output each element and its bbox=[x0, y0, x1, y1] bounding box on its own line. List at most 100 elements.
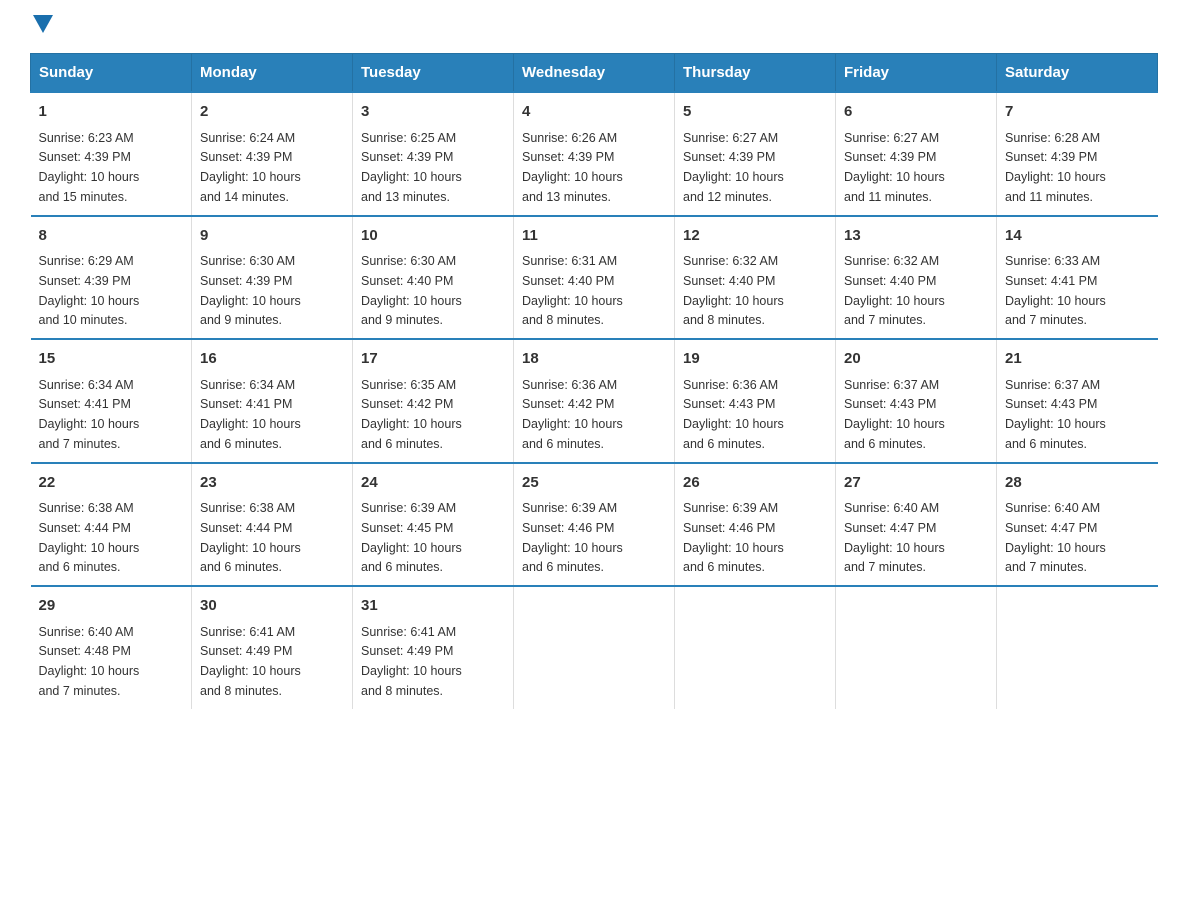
day-info: Sunrise: 6:38 AMSunset: 4:44 PMDaylight:… bbox=[39, 501, 140, 574]
calendar-cell: 23 Sunrise: 6:38 AMSunset: 4:44 PMDayligh… bbox=[192, 463, 353, 587]
logo-triangle-icon bbox=[33, 15, 53, 33]
calendar-cell: 25Sunrise: 6:39 AMSunset: 4:46 PMDayligh… bbox=[514, 463, 675, 587]
day-number: 17 bbox=[361, 348, 505, 371]
day-number: 23 bbox=[200, 472, 344, 495]
calendar-cell: 6 Sunrise: 6:27 AMSunset: 4:39 PMDaylight… bbox=[836, 92, 997, 216]
calendar-cell: 19Sunrise: 6:36 AMSunset: 4:43 PMDayligh… bbox=[675, 339, 836, 463]
day-info: Sunrise: 6:32 AMSunset: 4:40 PMDaylight:… bbox=[683, 254, 784, 327]
calendar-cell: 9 Sunrise: 6:30 AMSunset: 4:39 PMDaylight… bbox=[192, 216, 353, 340]
calendar-cell bbox=[514, 586, 675, 709]
day-number: 22 bbox=[39, 472, 184, 495]
day-number: 16 bbox=[200, 348, 344, 371]
calendar-cell bbox=[997, 586, 1158, 709]
calendar-cell: 28 Sunrise: 6:40 AMSunset: 4:47 PMDayligh… bbox=[997, 463, 1158, 587]
calendar-cell: 1 Sunrise: 6:23 AMSunset: 4:39 PMDaylight… bbox=[31, 92, 192, 216]
day-number: 28 bbox=[1005, 472, 1150, 495]
calendar-cell: 11Sunrise: 6:31 AMSunset: 4:40 PMDayligh… bbox=[514, 216, 675, 340]
day-number: 26 bbox=[683, 472, 827, 495]
day-info: Sunrise: 6:41 AMSunset: 4:49 PMDaylight:… bbox=[361, 625, 462, 698]
day-number: 5 bbox=[683, 101, 827, 124]
day-info: Sunrise: 6:40 AMSunset: 4:48 PMDaylight:… bbox=[39, 625, 140, 698]
day-number: 13 bbox=[844, 225, 988, 248]
calendar-table: SundayMondayTuesdayWednesdayThursdayFrid… bbox=[30, 53, 1158, 709]
day-number: 4 bbox=[522, 101, 666, 124]
day-number: 21 bbox=[1005, 348, 1150, 371]
day-number: 8 bbox=[39, 225, 184, 248]
calendar-cell: 17 Sunrise: 6:35 AMSunset: 4:42 PMDayligh… bbox=[353, 339, 514, 463]
day-info: Sunrise: 6:36 AMSunset: 4:43 PMDaylight:… bbox=[683, 378, 784, 451]
calendar-week-row: 1 Sunrise: 6:23 AMSunset: 4:39 PMDaylight… bbox=[31, 92, 1158, 216]
calendar-cell: 7 Sunrise: 6:28 AMSunset: 4:39 PMDaylight… bbox=[997, 92, 1158, 216]
day-number: 18 bbox=[522, 348, 666, 371]
day-number: 1 bbox=[39, 101, 184, 124]
day-info: Sunrise: 6:23 AMSunset: 4:39 PMDaylight:… bbox=[39, 131, 140, 204]
calendar-cell: 22 Sunrise: 6:38 AMSunset: 4:44 PMDayligh… bbox=[31, 463, 192, 587]
calendar-cell: 18 Sunrise: 6:36 AMSunset: 4:42 PMDayligh… bbox=[514, 339, 675, 463]
calendar-cell: 5 Sunrise: 6:27 AMSunset: 4:39 PMDaylight… bbox=[675, 92, 836, 216]
day-number: 12 bbox=[683, 225, 827, 248]
header-tuesday: Tuesday bbox=[353, 54, 514, 93]
day-info: Sunrise: 6:27 AMSunset: 4:39 PMDaylight:… bbox=[844, 131, 945, 204]
day-info: Sunrise: 6:40 AMSunset: 4:47 PMDaylight:… bbox=[1005, 501, 1106, 574]
day-info: Sunrise: 6:28 AMSunset: 4:39 PMDaylight:… bbox=[1005, 131, 1106, 204]
day-number: 7 bbox=[1005, 101, 1150, 124]
calendar-cell: 8 Sunrise: 6:29 AMSunset: 4:39 PMDaylight… bbox=[31, 216, 192, 340]
day-number: 20 bbox=[844, 348, 988, 371]
day-info: Sunrise: 6:26 AMSunset: 4:39 PMDaylight:… bbox=[522, 131, 623, 204]
calendar-cell: 13 Sunrise: 6:32 AMSunset: 4:40 PMDayligh… bbox=[836, 216, 997, 340]
day-number: 3 bbox=[361, 101, 505, 124]
calendar-cell: 29 Sunrise: 6:40 AMSunset: 4:48 PMDayligh… bbox=[31, 586, 192, 709]
calendar-header-row: SundayMondayTuesdayWednesdayThursdayFrid… bbox=[31, 54, 1158, 93]
day-info: Sunrise: 6:24 AMSunset: 4:39 PMDaylight:… bbox=[200, 131, 301, 204]
logo bbox=[30, 20, 53, 33]
header-saturday: Saturday bbox=[997, 54, 1158, 93]
day-number: 10 bbox=[361, 225, 505, 248]
header-thursday: Thursday bbox=[675, 54, 836, 93]
header-friday: Friday bbox=[836, 54, 997, 93]
header-monday: Monday bbox=[192, 54, 353, 93]
day-number: 9 bbox=[200, 225, 344, 248]
calendar-week-row: 22 Sunrise: 6:38 AMSunset: 4:44 PMDayligh… bbox=[31, 463, 1158, 587]
day-number: 2 bbox=[200, 101, 344, 124]
calendar-cell: 2 Sunrise: 6:24 AMSunset: 4:39 PMDaylight… bbox=[192, 92, 353, 216]
calendar-cell: 20 Sunrise: 6:37 AMSunset: 4:43 PMDayligh… bbox=[836, 339, 997, 463]
header-sunday: Sunday bbox=[31, 54, 192, 93]
calendar-cell bbox=[836, 586, 997, 709]
day-info: Sunrise: 6:39 AMSunset: 4:45 PMDaylight:… bbox=[361, 501, 462, 574]
day-info: Sunrise: 6:37 AMSunset: 4:43 PMDaylight:… bbox=[844, 378, 945, 451]
day-number: 25 bbox=[522, 472, 666, 495]
day-info: Sunrise: 6:30 AMSunset: 4:40 PMDaylight:… bbox=[361, 254, 462, 327]
day-info: Sunrise: 6:27 AMSunset: 4:39 PMDaylight:… bbox=[683, 131, 784, 204]
calendar-cell: 21Sunrise: 6:37 AMSunset: 4:43 PMDayligh… bbox=[997, 339, 1158, 463]
day-info: Sunrise: 6:29 AMSunset: 4:39 PMDaylight:… bbox=[39, 254, 140, 327]
page-header bbox=[30, 20, 1158, 33]
calendar-cell: 10 Sunrise: 6:30 AMSunset: 4:40 PMDayligh… bbox=[353, 216, 514, 340]
calendar-cell bbox=[675, 586, 836, 709]
calendar-cell: 31 Sunrise: 6:41 AMSunset: 4:49 PMDayligh… bbox=[353, 586, 514, 709]
day-info: Sunrise: 6:38 AMSunset: 4:44 PMDaylight:… bbox=[200, 501, 301, 574]
day-info: Sunrise: 6:40 AMSunset: 4:47 PMDaylight:… bbox=[844, 501, 945, 574]
calendar-cell: 4 Sunrise: 6:26 AMSunset: 4:39 PMDaylight… bbox=[514, 92, 675, 216]
day-info: Sunrise: 6:30 AMSunset: 4:39 PMDaylight:… bbox=[200, 254, 301, 327]
calendar-cell: 16 Sunrise: 6:34 AMSunset: 4:41 PMDayligh… bbox=[192, 339, 353, 463]
calendar-week-row: 29 Sunrise: 6:40 AMSunset: 4:48 PMDayligh… bbox=[31, 586, 1158, 709]
day-number: 31 bbox=[361, 595, 505, 618]
calendar-cell: 3 Sunrise: 6:25 AMSunset: 4:39 PMDaylight… bbox=[353, 92, 514, 216]
calendar-week-row: 15Sunrise: 6:34 AMSunset: 4:41 PMDayligh… bbox=[31, 339, 1158, 463]
day-info: Sunrise: 6:36 AMSunset: 4:42 PMDaylight:… bbox=[522, 378, 623, 451]
calendar-cell: 26 Sunrise: 6:39 AMSunset: 4:46 PMDayligh… bbox=[675, 463, 836, 587]
day-info: Sunrise: 6:31 AMSunset: 4:40 PMDaylight:… bbox=[522, 254, 623, 327]
day-number: 27 bbox=[844, 472, 988, 495]
day-number: 29 bbox=[39, 595, 184, 618]
day-info: Sunrise: 6:41 AMSunset: 4:49 PMDaylight:… bbox=[200, 625, 301, 698]
day-number: 6 bbox=[844, 101, 988, 124]
day-info: Sunrise: 6:32 AMSunset: 4:40 PMDaylight:… bbox=[844, 254, 945, 327]
day-info: Sunrise: 6:39 AMSunset: 4:46 PMDaylight:… bbox=[683, 501, 784, 574]
day-number: 24 bbox=[361, 472, 505, 495]
day-info: Sunrise: 6:35 AMSunset: 4:42 PMDaylight:… bbox=[361, 378, 462, 451]
calendar-cell: 14Sunrise: 6:33 AMSunset: 4:41 PMDayligh… bbox=[997, 216, 1158, 340]
calendar-cell: 12 Sunrise: 6:32 AMSunset: 4:40 PMDayligh… bbox=[675, 216, 836, 340]
day-info: Sunrise: 6:33 AMSunset: 4:41 PMDaylight:… bbox=[1005, 254, 1106, 327]
day-info: Sunrise: 6:25 AMSunset: 4:39 PMDaylight:… bbox=[361, 131, 462, 204]
day-info: Sunrise: 6:34 AMSunset: 4:41 PMDaylight:… bbox=[200, 378, 301, 451]
